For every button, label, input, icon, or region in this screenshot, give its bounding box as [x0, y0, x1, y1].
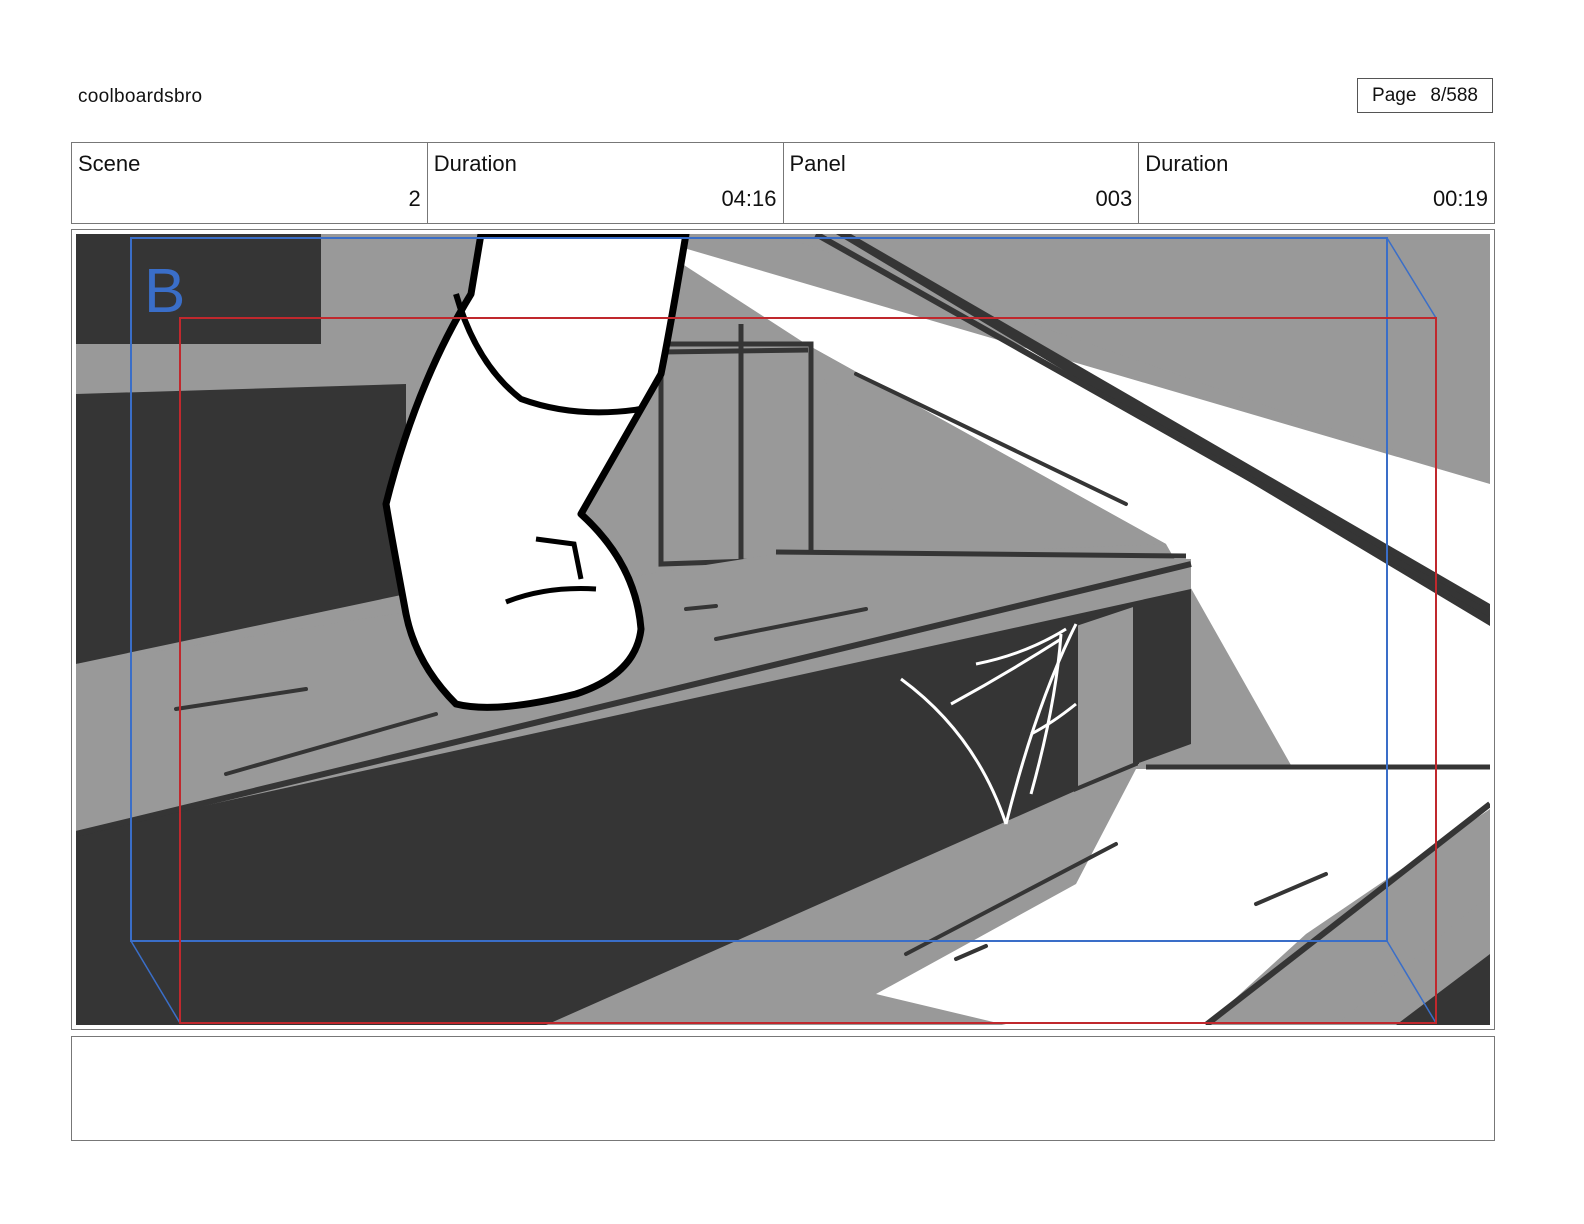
panel-duration-label: Duration	[1145, 151, 1229, 176]
scene-duration-cell: Duration 04:16	[428, 143, 784, 223]
panel-value: 003	[1095, 186, 1133, 211]
dark-wall	[76, 234, 321, 344]
panel-drawing: B	[76, 234, 1490, 1025]
scene-duration-label: Duration	[433, 151, 517, 176]
scene-value: 2	[408, 186, 421, 211]
page-label: Page	[1372, 84, 1417, 106]
panel-cell: Panel 003	[784, 143, 1140, 223]
cabinet-front	[658, 341, 814, 567]
camera-key-label: B	[144, 257, 185, 326]
page-number: 8/588	[1430, 84, 1478, 106]
project-name: coolboardsbro	[78, 86, 203, 107]
panel-duration-value: 00:19	[1432, 186, 1488, 211]
page-indicator: Page 8/588	[1357, 78, 1493, 113]
storyboard-panel: B	[71, 229, 1495, 1030]
scene-cell: Scene 2	[72, 143, 428, 223]
panel-notes	[71, 1036, 1495, 1141]
scene-duration-value: 04:16	[721, 186, 777, 211]
scene-label: Scene	[78, 151, 141, 176]
under-shelf-box	[1074, 601, 1138, 792]
panel-info-table: Scene 2 Duration 04:16 Panel 003 Duratio…	[71, 142, 1495, 224]
panel-label: Panel	[789, 151, 846, 176]
cabinet-top-edge	[660, 347, 809, 355]
panel-duration-cell: Duration 00:19	[1139, 143, 1494, 223]
